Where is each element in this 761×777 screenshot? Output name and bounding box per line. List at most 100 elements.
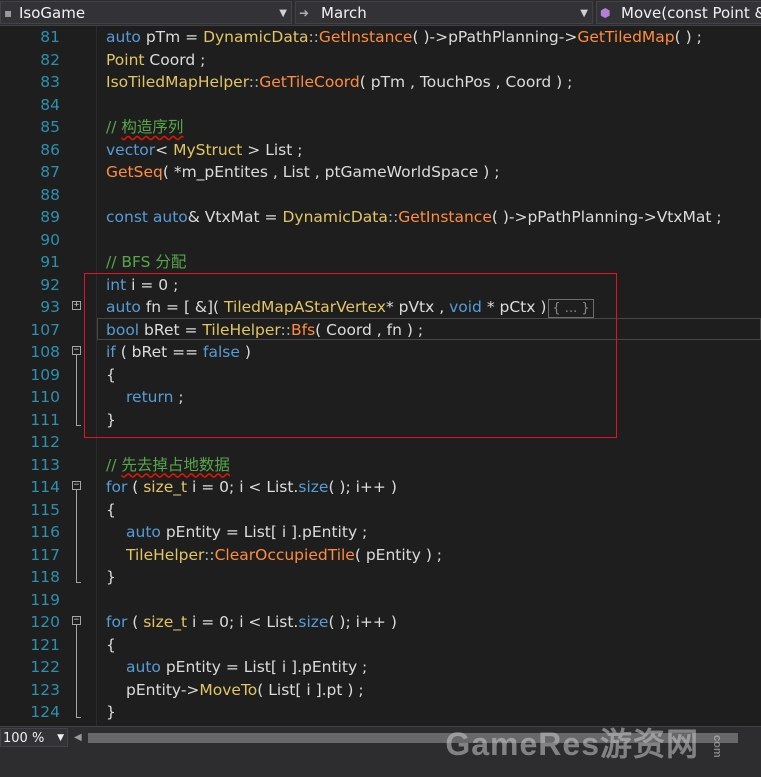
scope-dropdown[interactable]: ➜ March ▼ <box>295 1 593 24</box>
code-text: pEntity->MoveTo( List[ i ].pt ) ; <box>106 679 364 702</box>
code-text: for ( size_t i = 0; i < List.size( ); i+… <box>106 476 397 499</box>
code-text: IsoTiledMapHelper::GetTileCoord( pTm , T… <box>106 71 572 94</box>
code-text: GetSeq( *m_pEntites , List , ptGameWorld… <box>106 161 499 184</box>
project-dropdown[interactable]: ▪ IsoGame ▼ <box>0 1 292 24</box>
line-number: 91 <box>40 253 60 271</box>
line-number: 112 <box>30 433 60 451</box>
code-token: :: <box>248 73 260 91</box>
code-token: & VtxMat = <box>187 208 283 226</box>
code-line[interactable]: 116 auto pEntity = List[ i ].pEntity ; <box>0 521 761 544</box>
line-number: 120 <box>30 613 60 631</box>
code-token: } <box>106 568 116 586</box>
code-line[interactable]: 118} <box>0 566 761 589</box>
code-text: auto pTm = DynamicData::GetInstance( )->… <box>106 26 702 49</box>
code-line[interactable]: 89 const auto& VtxMat = DynamicData::GetI… <box>0 206 761 229</box>
line-number: 114 <box>30 478 60 496</box>
code-text: auto pEntity = List[ i ].pEntity ; <box>106 656 367 679</box>
code-token: for <box>106 478 128 496</box>
member-label: Move(const Point & <box>621 4 761 22</box>
code-line[interactable]: 124} <box>0 701 761 724</box>
fold-guide-end <box>76 582 81 583</box>
code-token: ( ); i++ ) <box>328 613 397 631</box>
code-line[interactable]: 119 <box>0 589 761 612</box>
code-token: pEntity = List[ i ].pEntity ; <box>160 523 368 541</box>
code-line[interactable]: 83 IsoTiledMapHelper::GetTileCoord( pTm ,… <box>0 71 761 94</box>
zoom-dropdown[interactable]: 100 % ▼ <box>0 728 68 747</box>
collapse-icon[interactable]: − <box>72 481 81 490</box>
code-line[interactable]: 81 auto pTm = DynamicData::GetInstance( )… <box>0 26 761 49</box>
line-number: 124 <box>30 703 60 721</box>
expand-icon[interactable]: + <box>72 301 81 310</box>
code-token: pTm = <box>140 28 204 46</box>
code-token: MyStruct <box>173 140 243 159</box>
code-token: // BFS 分配 <box>106 253 187 271</box>
code-token: size_t <box>143 613 188 631</box>
line-number: 85 <box>40 118 60 136</box>
code-text: } <box>106 701 116 724</box>
code-line[interactable]: 87 GetSeq( *m_pEntites , List , ptGameWor… <box>0 161 761 184</box>
code-text: // BFS 分配 <box>106 251 186 274</box>
code-token: 先去掉占地数据 <box>121 455 230 474</box>
code-line[interactable]: 86 vector< MyStruct > List ; <box>0 139 761 162</box>
code-line[interactable]: 122 auto pEntity = List[ i ].pEntity ; <box>0 656 761 679</box>
code-token: 构造序列 <box>121 118 184 136</box>
line-number: 123 <box>30 680 60 699</box>
code-line[interactable]: 90 <box>0 229 761 252</box>
line-number: 121 <box>30 635 60 654</box>
code-token: :: <box>204 545 215 564</box>
line-number: 89 <box>40 208 60 226</box>
scope-label: March <box>321 4 367 22</box>
code-text: Point Coord ; <box>106 49 205 72</box>
line-number: 107 <box>30 320 60 339</box>
code-token: Coord ; <box>144 50 206 69</box>
code-line[interactable]: 121 { <box>0 634 761 657</box>
code-text: const auto& VtxMat = DynamicData::GetIns… <box>106 206 722 229</box>
code-token: ( <box>127 613 144 631</box>
code-editor[interactable]: 81 auto pTm = DynamicData::GetInstance( )… <box>0 26 761 726</box>
code-line[interactable]: 117 TileHelper::ClearOccupiedTile( pEntit… <box>0 544 761 567</box>
code-line[interactable]: 113 // 先去掉占地数据 <box>0 454 761 477</box>
code-text: { <box>106 499 116 522</box>
line-number: 81 <box>40 28 60 46</box>
code-token: pEntity-> <box>126 680 200 699</box>
method-icon: ⬢ <box>600 6 611 20</box>
line-number: 116 <box>30 523 60 541</box>
collapse-icon[interactable]: − <box>72 346 81 355</box>
code-line[interactable]: 114 − for ( size_t i = 0; i < List.size( )… <box>0 476 761 499</box>
code-token: const auto <box>106 208 188 226</box>
line-number: 115 <box>30 500 60 519</box>
line-number: 122 <box>30 658 60 676</box>
chevron-down-icon: ▼ <box>57 733 64 743</box>
code-line[interactable]: 120 − for ( size_t i = 0; i < List.size( )… <box>0 611 761 634</box>
code-line[interactable]: 84 <box>0 94 761 117</box>
chevron-down-icon: ▼ <box>580 8 588 19</box>
code-token: ( ) ; <box>674 28 702 46</box>
code-token: ( ); i++ ) <box>328 478 397 496</box>
code-token: GetInstance <box>318 28 413 46</box>
project-label: IsoGame <box>19 4 86 22</box>
code-token: vector <box>106 140 156 159</box>
code-line[interactable]: 82 Point Coord ; <box>0 49 761 72</box>
code-text: TileHelper::ClearOccupiedTile( pEntity )… <box>106 544 442 567</box>
code-token: DynamicData <box>282 208 388 226</box>
code-token: :: <box>387 208 399 226</box>
code-token: < <box>155 140 174 159</box>
code-token: :: <box>308 28 319 46</box>
code-token: auto <box>126 658 161 676</box>
code-line[interactable]: 88 <box>0 184 761 207</box>
code-line[interactable]: 123 pEntity->MoveTo( List[ i ].pt ) ; <box>0 679 761 702</box>
code-token: GetTileCoord <box>259 73 360 91</box>
line-number: 90 <box>40 230 60 249</box>
code-line[interactable]: 91 // BFS 分配 <box>0 251 761 274</box>
code-token: > List ; <box>242 140 303 159</box>
scroll-left-icon[interactable]: ◀ <box>74 732 82 743</box>
code-token: ( pEntity ) ; <box>354 545 443 564</box>
code-line[interactable]: 85 // 构造序列 <box>0 116 761 139</box>
code-line[interactable]: 115 { <box>0 499 761 522</box>
member-dropdown[interactable]: ⬢ Move(const Point & <box>596 1 761 24</box>
code-text: vector< MyStruct > List ; <box>106 139 302 162</box>
collapse-icon[interactable]: − <box>72 616 81 625</box>
highlight-box <box>84 273 617 438</box>
line-number: 92 <box>40 275 60 294</box>
code-token: GetInstance <box>398 208 492 226</box>
